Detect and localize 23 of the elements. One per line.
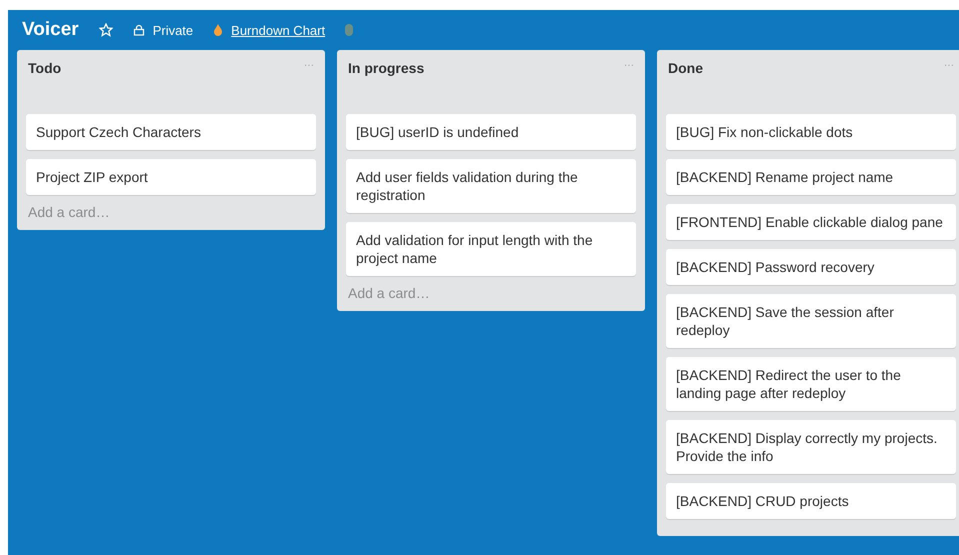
- visibility-label[interactable]: Private: [152, 22, 194, 38]
- task-card[interactable]: [BACKEND] Rename project name: [666, 159, 956, 195]
- flame-icon: [213, 24, 224, 36]
- task-card[interactable]: [BACKEND] Redirect the user to the landing page after redeploy: [666, 357, 956, 411]
- task-card[interactable]: Add validation for input length with the project name: [346, 222, 636, 276]
- avatar-icon: [345, 24, 354, 36]
- task-card[interactable]: Add user fields validation during the registration: [346, 159, 636, 213]
- burndown-chart-link[interactable]: Burndown Chart: [231, 22, 326, 38]
- task-card[interactable]: [BUG] userID is undefined: [346, 114, 636, 150]
- list-title: Done: [668, 60, 703, 76]
- task-card[interactable]: [BACKEND] Save the session after redeploy: [666, 294, 956, 348]
- list-title: In progress: [348, 60, 424, 76]
- task-card[interactable]: Project ZIP export: [26, 159, 316, 195]
- star-icon[interactable]: [98, 23, 113, 37]
- task-card[interactable]: [BACKEND] CRUD projects: [666, 483, 956, 519]
- task-card[interactable]: [BACKEND] Password recovery: [666, 249, 956, 285]
- task-card[interactable]: Support Czech Characters: [26, 114, 316, 150]
- task-card[interactable]: [BUG] Fix non-clickable dots: [666, 114, 956, 150]
- lock-icon: [132, 24, 145, 36]
- board-title: Voicer: [22, 19, 79, 41]
- task-card[interactable]: [FRONTEND] Enable clickable dialog pane: [666, 204, 956, 240]
- task-card[interactable]: [BACKEND] Display correctly my projects. Provide the info: [666, 420, 956, 474]
- list-title: Todo: [28, 60, 62, 76]
